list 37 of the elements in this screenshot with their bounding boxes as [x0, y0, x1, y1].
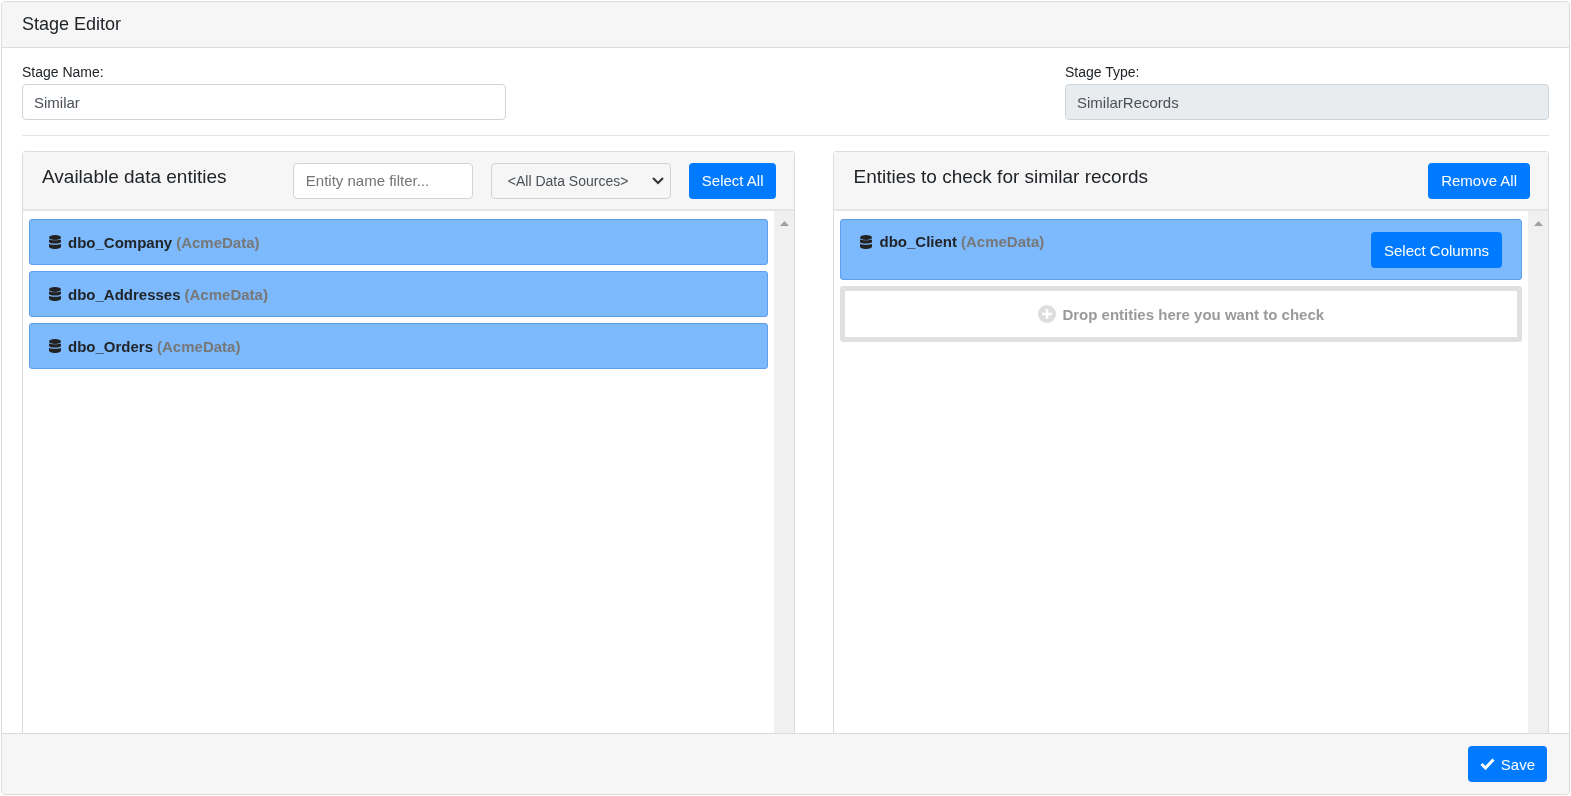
- scrollbar[interactable]: [1528, 211, 1548, 733]
- entity-source: (AcmeData): [176, 233, 260, 251]
- window-title: Stage Editor: [22, 14, 122, 35]
- chevron-down-icon: [651, 176, 664, 185]
- entity-source: (AcmeData): [157, 337, 241, 355]
- database-icon: [49, 235, 61, 249]
- remove-all-button[interactable]: Remove All: [1428, 162, 1530, 199]
- entity-item[interactable]: dbo_Orders (AcmeData): [29, 323, 769, 369]
- checkmark-icon: [1479, 758, 1495, 770]
- entity-name: dbo_Orders: [68, 337, 154, 355]
- select-all-button[interactable]: Select All: [688, 162, 777, 199]
- field-label: Stage Type:: [1065, 64, 1141, 80]
- entity-name: dbo_Client: [879, 233, 957, 250]
- entity-item[interactable]: dbo_Addresses (AcmeData): [29, 271, 769, 317]
- database-icon: [49, 339, 61, 353]
- entity-source: (AcmeData): [961, 233, 1045, 250]
- plus-circle-icon: [1038, 305, 1057, 323]
- save-button[interactable]: Save: [1467, 746, 1547, 782]
- drop-hint: Drop entities here you want to check: [1062, 305, 1325, 323]
- scroll-up-icon[interactable]: [1533, 221, 1543, 226]
- stage-name-field[interactable]: Similar: [22, 84, 506, 120]
- entity-item[interactable]: dbo_Company (AcmeData): [29, 219, 769, 265]
- scrollbar[interactable]: [774, 211, 795, 733]
- scroll-up-icon[interactable]: [780, 221, 789, 226]
- entity-source: (AcmeData): [184, 285, 268, 303]
- data-source-select[interactable]: <All Data Sources>: [490, 162, 671, 199]
- entity-name: dbo_Addresses: [68, 285, 181, 303]
- select-columns-button[interactable]: Select Columns: [1370, 232, 1502, 268]
- entity-filter-field[interactable]: Entity name filter...: [292, 162, 473, 199]
- database-icon: [49, 287, 61, 301]
- stage-type-field[interactable]: SimilarRecords: [1065, 84, 1549, 120]
- panel-title: Available data entities: [42, 165, 228, 188]
- entity-item[interactable]: dbo_Client (AcmeData) Select Columns: [840, 219, 1522, 280]
- database-icon: [860, 234, 873, 249]
- entity-name: dbo_Company: [68, 233, 173, 251]
- panel-title: Entities to check for similar records: [853, 165, 1150, 188]
- field-label: Stage Name:: [22, 64, 105, 80]
